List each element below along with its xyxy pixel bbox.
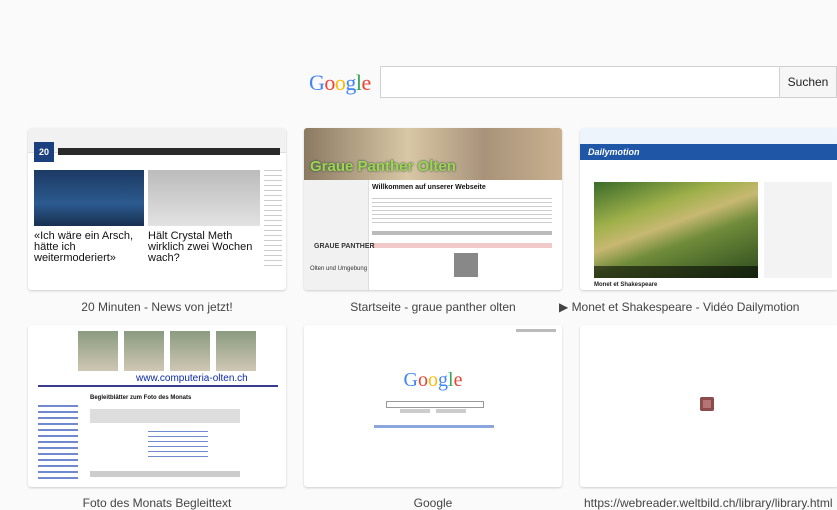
cookie-banner	[580, 128, 837, 145]
body-text	[372, 198, 552, 224]
tile-caption[interactable]: ▶ Monet et Shakespeare - Vidéo Dailymoti…	[559, 300, 837, 314]
left-links	[38, 405, 78, 483]
most-visited-tile-20min[interactable]: 20 «Ich wäre ein Arsch, hätte ich weiter…	[28, 128, 286, 290]
video-controls	[594, 266, 758, 278]
search-input[interactable]	[380, 66, 779, 98]
headline: Hält Crystal Meth wirklich zwei Wochen w…	[148, 230, 253, 264]
language-links	[374, 425, 494, 428]
most-visited-tile-google[interactable]: Google	[304, 325, 562, 487]
link-list	[148, 431, 208, 461]
tile-caption[interactable]: Foto des Monats Begleittext	[7, 496, 307, 510]
sub-logo: GRAUE PANTHER	[314, 243, 375, 250]
plugin-icon	[700, 397, 714, 411]
banner-title: Graue Panther Olten	[310, 158, 456, 175]
news-image	[34, 170, 144, 226]
video-title: Monet et Shakespeare	[594, 282, 658, 288]
tile-caption[interactable]: Startseite - graue panther olten	[283, 300, 583, 314]
search-button[interactable]: Suchen	[779, 66, 837, 98]
divider	[372, 231, 552, 235]
info-box	[90, 409, 240, 423]
highlight-bar	[372, 243, 552, 248]
header-photos	[38, 331, 278, 371]
most-visited-tile-dailymotion[interactable]: Dailymotion Monet et Shakespeare	[580, 128, 837, 290]
google-logo: Google	[309, 70, 371, 95]
sidebar	[764, 182, 832, 278]
nav-bar	[58, 148, 280, 155]
tile-caption[interactable]: Google	[283, 496, 583, 510]
footer-bar	[90, 471, 240, 477]
site-logo: 20	[34, 142, 54, 162]
headline: «Ich wäre ein Arsch, hätte ich weitermod…	[34, 230, 134, 264]
page-heading: Begleitblätter zum Foto des Monats	[90, 395, 192, 401]
top-links	[516, 329, 556, 332]
most-visited-tile-computeria[interactable]: www.computeria-olten.ch Begleitblätter z…	[28, 325, 286, 487]
search-buttons	[400, 409, 468, 413]
video-player	[594, 182, 758, 278]
most-visited-tile-graue-panther[interactable]: Graue Panther Olten Willkommen auf unser…	[304, 128, 562, 290]
divider	[38, 385, 278, 387]
news-image	[148, 170, 260, 226]
sub-text: Olten und Umgebung	[310, 266, 368, 272]
site-url: www.computeria-olten.ch	[136, 373, 248, 384]
site-logo: Dailymotion	[588, 147, 640, 157]
search-box	[386, 401, 484, 408]
tile-caption[interactable]: 20 Minuten - News von jetzt!	[7, 300, 307, 314]
sidebar	[264, 170, 282, 270]
welcome-heading: Willkommen auf unserer Webseite	[372, 184, 486, 191]
tile-caption[interactable]: https://webreader.weltbild.ch/library/li…	[584, 496, 837, 510]
thumbnail	[454, 253, 478, 277]
search-row: Google Suchen	[0, 66, 837, 100]
google-logo: Google	[403, 369, 463, 391]
most-visited-tile-weltbild[interactable]	[580, 325, 837, 487]
left-menu	[304, 180, 369, 290]
